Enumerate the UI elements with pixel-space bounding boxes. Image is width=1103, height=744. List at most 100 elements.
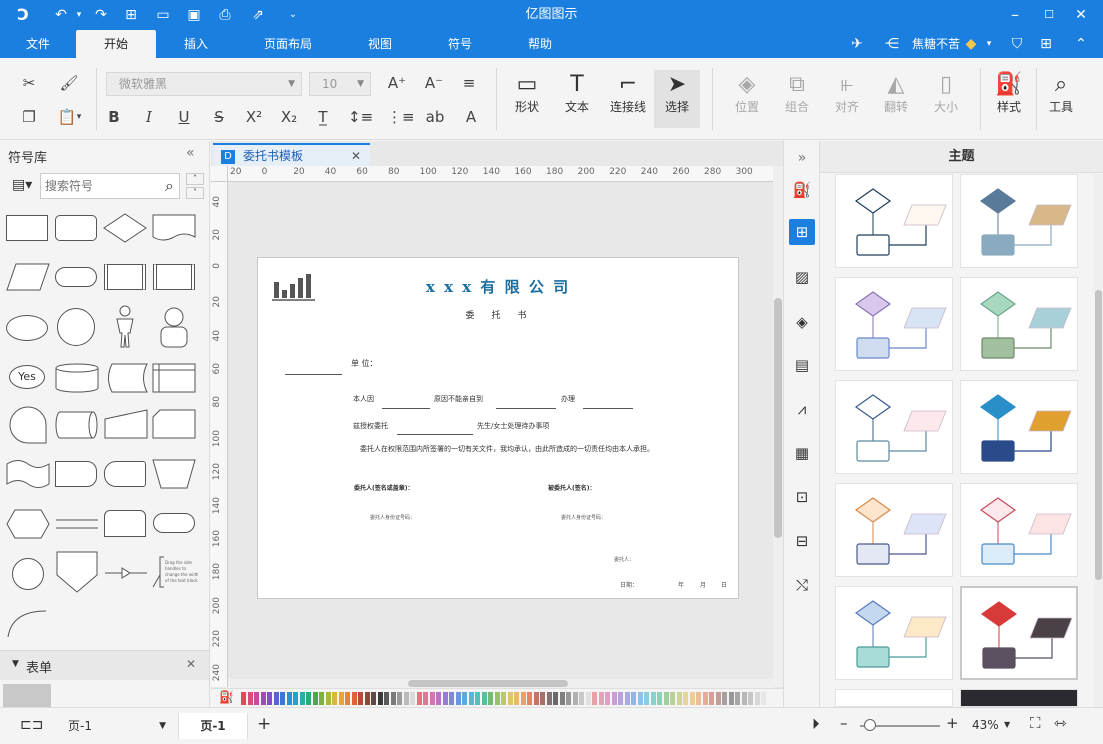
text-case-icon[interactable]: ab — [424, 106, 446, 128]
symbol-internal-storage[interactable] — [152, 363, 196, 393]
symbol-ellipse[interactable] — [6, 315, 48, 341]
play-icon[interactable]: ⏵ — [812, 715, 820, 733]
symbol-preparation[interactable] — [6, 509, 50, 539]
theme-card[interactable] — [960, 586, 1078, 680]
symbol-connector[interactable] — [12, 558, 44, 590]
color-swatch[interactable] — [351, 692, 357, 705]
color-swatch[interactable] — [696, 692, 701, 705]
strikethrough-icon[interactable]: S — [208, 106, 230, 128]
table-icon[interactable]: ▦ — [789, 440, 815, 466]
color-swatch[interactable] — [566, 692, 571, 705]
color-swatch[interactable] — [663, 692, 669, 705]
color-swatch[interactable] — [670, 692, 675, 705]
theme-card[interactable] — [835, 689, 953, 707]
org-chart-icon[interactable]: ⊡ — [789, 484, 815, 510]
color-swatch[interactable] — [533, 692, 539, 705]
maximize-icon[interactable]: ☐ — [1040, 6, 1058, 24]
theme-card[interactable] — [960, 483, 1078, 577]
theme-card[interactable] — [835, 277, 953, 371]
color-swatch[interactable] — [442, 692, 448, 705]
user-dropdown-icon[interactable]: ▾ — [980, 35, 998, 53]
theme-card[interactable] — [835, 174, 953, 268]
apps-grid-icon[interactable]: ⊞ — [1037, 35, 1055, 53]
font-color-icon[interactable]: A — [460, 106, 482, 128]
symbol-terminal[interactable] — [153, 513, 195, 533]
zoom-level[interactable]: 43% — [972, 718, 999, 732]
symbol-rectangle[interactable] — [6, 215, 48, 241]
fit-page-icon[interactable]: ⛶ — [1030, 714, 1041, 732]
symbol-off-page[interactable] — [55, 551, 99, 593]
color-swatch[interactable] — [254, 692, 259, 705]
presentation-icon[interactable]: ⊟ — [789, 528, 815, 554]
expand-panel-icon[interactable]: » — [789, 145, 815, 171]
align-text-icon[interactable]: ≡ — [458, 72, 480, 94]
color-swatch[interactable] — [514, 692, 519, 705]
copy-icon[interactable]: ❐ — [18, 106, 40, 128]
theme-scrollbar[interactable] — [1094, 174, 1103, 707]
color-swatch[interactable] — [416, 692, 422, 705]
color-swatch[interactable] — [709, 692, 714, 705]
color-swatch[interactable] — [702, 692, 708, 705]
select-tool-button[interactable]: ➤ 选择 — [654, 70, 700, 128]
color-swatch[interactable] — [312, 692, 318, 705]
color-swatch[interactable] — [468, 692, 474, 705]
font-family-select[interactable]: 微软雅黑 ▼ — [106, 72, 302, 96]
symbol-circle[interactable] — [57, 308, 95, 346]
tab-view[interactable]: 视图 — [358, 30, 402, 58]
color-swatch[interactable] — [624, 692, 630, 705]
color-swatch[interactable] — [306, 692, 311, 705]
color-swatch[interactable] — [507, 692, 513, 705]
color-swatch[interactable] — [390, 692, 396, 705]
tab-help[interactable]: 帮助 — [518, 30, 562, 58]
image-icon[interactable]: ▨ — [789, 264, 815, 290]
paste-dropdown-icon[interactable]: ▾ — [74, 106, 84, 128]
symbol-cylinder[interactable] — [55, 363, 99, 393]
fill-bucket-icon[interactable]: ⛽ — [219, 690, 234, 704]
color-swatch[interactable] — [449, 692, 454, 705]
color-swatch[interactable] — [247, 692, 253, 705]
color-swatch[interactable] — [540, 692, 545, 705]
position-button[interactable]: ◈ 位置 — [724, 70, 770, 114]
color-swatch[interactable] — [559, 692, 565, 705]
theme-icon[interactable]: ⊞ — [789, 219, 815, 245]
layers-icon[interactable]: ◈ — [789, 309, 815, 335]
color-swatch[interactable] — [338, 692, 344, 705]
symbol-display[interactable] — [104, 461, 146, 487]
zoom-dropdown-icon[interactable]: ▼ — [1004, 720, 1010, 729]
theme-card[interactable] — [960, 277, 1078, 371]
page-icon[interactable]: ▤ — [789, 352, 815, 378]
color-swatch[interactable] — [260, 692, 266, 705]
size-button[interactable]: ▯ 大小 — [923, 70, 969, 114]
increase-font-icon[interactable]: A⁺ — [386, 72, 408, 94]
color-swatch[interactable] — [455, 692, 461, 705]
theme-card[interactable] — [960, 380, 1078, 474]
symbol-parallel-mode[interactable] — [55, 515, 99, 535]
theme-card[interactable] — [835, 483, 953, 577]
color-swatch[interactable] — [267, 692, 272, 705]
color-swatch[interactable] — [364, 692, 370, 705]
color-swatch[interactable] — [611, 692, 617, 705]
color-swatch[interactable] — [429, 692, 435, 705]
symbol-delay[interactable] — [55, 461, 97, 487]
color-swatch[interactable] — [332, 692, 337, 705]
connector-tool-button[interactable]: ⌐ 连接线 — [605, 70, 651, 114]
subscript-icon[interactable]: X₂ — [278, 106, 300, 128]
tab-insert[interactable]: 插入 — [170, 30, 222, 58]
symbol-document[interactable] — [152, 213, 196, 243]
zoom-out-icon[interactable]: – — [840, 714, 848, 732]
color-swatch[interactable] — [585, 692, 591, 705]
form-section-header[interactable]: ▼ 表单 ✕ — [0, 650, 209, 680]
color-swatch[interactable] — [592, 692, 597, 705]
color-swatch[interactable] — [273, 692, 279, 705]
symbol-sequential-data[interactable] — [6, 405, 50, 445]
color-swatch[interactable] — [501, 692, 506, 705]
zoom-slider-handle[interactable] — [864, 719, 876, 731]
color-swatch[interactable] — [650, 692, 656, 705]
chart-icon[interactable]: ⩘ — [789, 396, 815, 422]
theme-scroll-thumb[interactable] — [1095, 290, 1102, 580]
color-swatch[interactable] — [728, 692, 734, 705]
theme-card[interactable] — [835, 380, 953, 474]
bullet-list-icon[interactable]: ⋮≡ — [387, 106, 415, 128]
symbol-yes-bubble[interactable]: Yes — [9, 365, 45, 389]
shuffle-icon[interactable]: ⤭ — [789, 572, 815, 598]
